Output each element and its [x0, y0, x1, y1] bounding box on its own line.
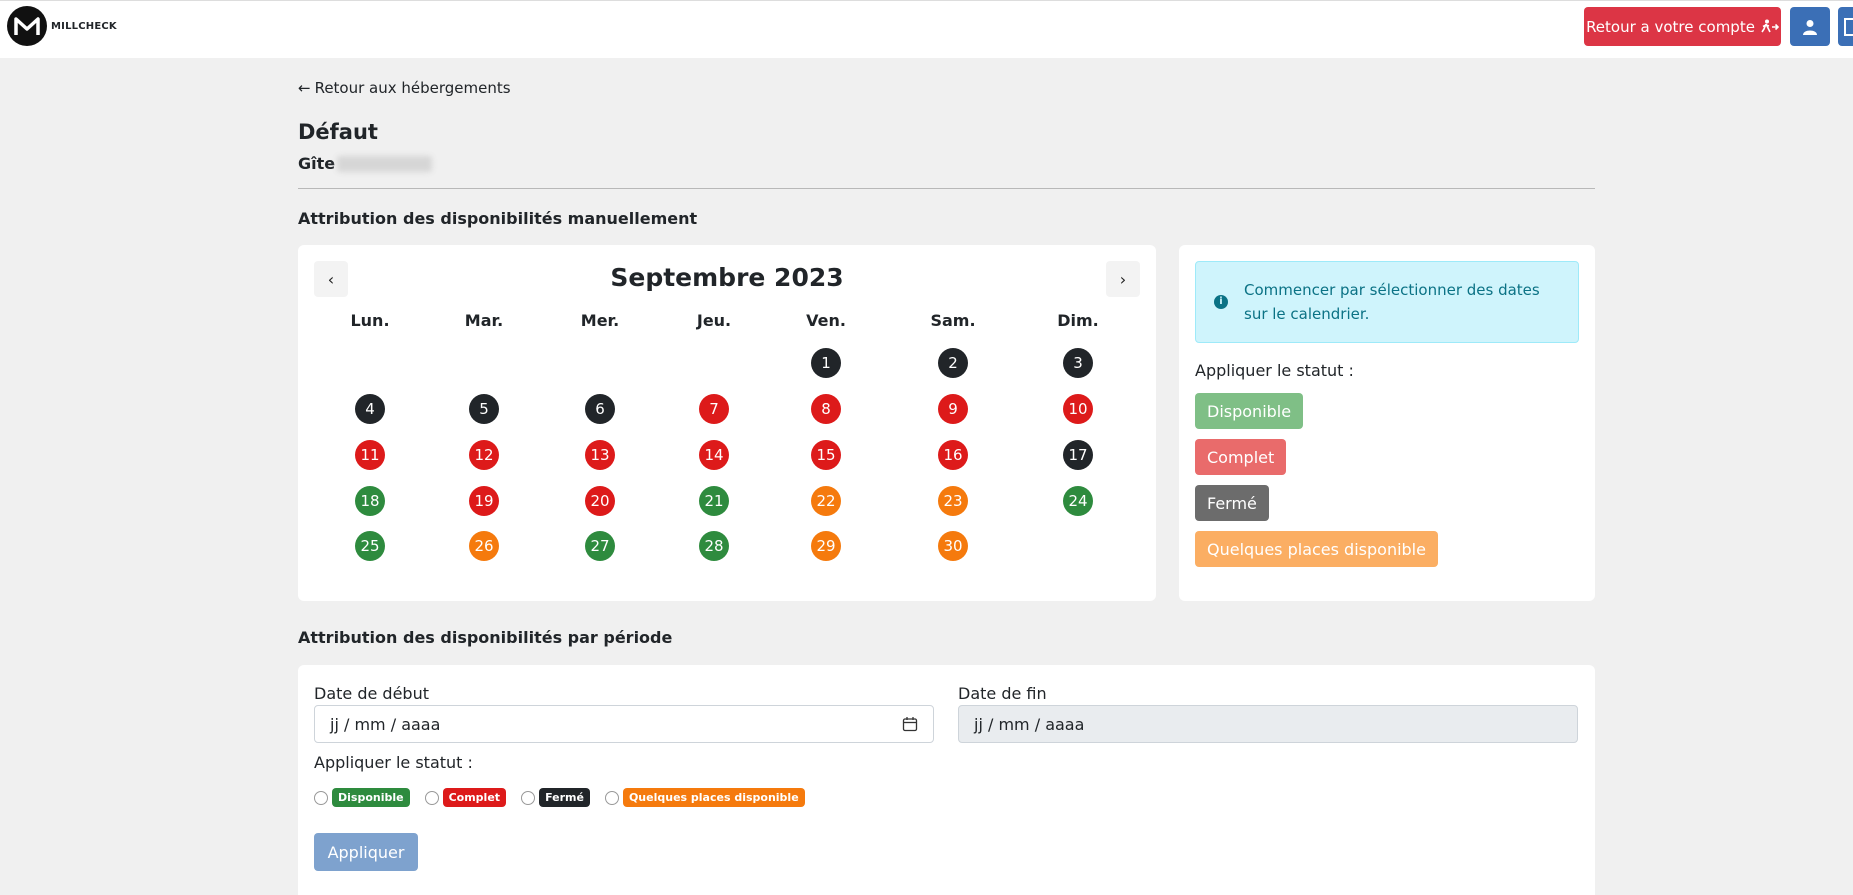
- calendar-day[interactable]: 29: [811, 531, 841, 561]
- calendar-day[interactable]: 11: [355, 440, 385, 470]
- calendar-day[interactable]: 25: [355, 531, 385, 561]
- calendar-day[interactable]: 28: [699, 531, 729, 561]
- calendar-day[interactable]: 10: [1063, 394, 1093, 424]
- user-icon: [1803, 19, 1817, 35]
- status-radio-option[interactable]: Complet: [424, 788, 507, 807]
- back-to-accommodations-link[interactable]: ← Retour aux hébergements: [298, 79, 511, 97]
- calendar-day[interactable]: 21: [699, 486, 729, 516]
- status-button-0[interactable]: Disponible: [1195, 393, 1304, 429]
- return-to-account-button[interactable]: Retour a votre compte: [1584, 7, 1781, 46]
- status-radio-group: Disponible Complet Fermé Quelques places di…: [314, 788, 820, 807]
- calendar-day[interactable]: 9: [938, 394, 968, 424]
- calendar-day[interactable]: 23: [938, 486, 968, 516]
- calendar-day[interactable]: 2: [938, 348, 968, 378]
- calendar-day[interactable]: 27: [585, 531, 615, 561]
- status-badge: Fermé: [539, 788, 590, 807]
- logo-text: MILLCHECK: [51, 20, 117, 32]
- period-card: Date de début jj / mm / aaaa Date de fin…: [298, 665, 1595, 895]
- apply-button[interactable]: Appliquer: [314, 833, 418, 871]
- divider: [298, 188, 1595, 189]
- start-date-placeholder: jj / mm / aaaa: [330, 714, 441, 734]
- calendar-card: ‹ Septembre 2023 › Lun. Mar. Mer. Jeu. Ven. S…: [298, 245, 1156, 601]
- weekday-label: Dim.: [1057, 311, 1099, 330]
- calendar-day[interactable]: 7: [699, 394, 729, 424]
- info-alert: i Commencer par sélectionner des dates s…: [1195, 261, 1579, 343]
- calendar-day[interactable]: 3: [1063, 348, 1093, 378]
- calendar-day[interactable]: 12: [469, 440, 499, 470]
- radio-button[interactable]: [314, 790, 328, 805]
- status-radio-option[interactable]: Disponible: [314, 788, 410, 807]
- radio-button[interactable]: [424, 790, 439, 805]
- weekday-label: Mer.: [580, 311, 620, 330]
- arrow-left-icon: ←: [298, 79, 311, 97]
- chevron-right-icon: ›: [1119, 269, 1127, 289]
- status-badge: Quelques places disponible: [622, 788, 805, 807]
- logo[interactable]: MILLCHECK: [7, 6, 117, 46]
- walking-exit-icon: [1761, 19, 1779, 32]
- calendar-day[interactable]: 5: [469, 394, 499, 424]
- calendar-day[interactable]: 14: [699, 440, 729, 470]
- weekday-label: Sam.: [930, 311, 976, 330]
- status-button-2[interactable]: Fermé: [1195, 485, 1269, 521]
- status-button-3[interactable]: Quelques places disponible: [1195, 531, 1438, 567]
- weekday-label: Ven.: [806, 311, 846, 330]
- end-date-label: Date de fin: [958, 684, 1047, 703]
- accommodation-type: Gîte: [298, 154, 336, 173]
- calendar-day[interactable]: 20: [585, 486, 615, 516]
- calendar-day[interactable]: 22: [811, 486, 841, 516]
- info-text: Commencer par sélectionner des dates sur…: [1244, 281, 1540, 323]
- end-date-placeholder: jj / mm / aaaa: [974, 714, 1085, 734]
- calendar-day[interactable]: 15: [811, 440, 841, 470]
- calendar-day[interactable]: 16: [938, 440, 968, 470]
- weekday-label: Jeu.: [696, 311, 732, 330]
- calendar-day[interactable]: 6: [585, 394, 615, 424]
- calendar-day[interactable]: 24: [1063, 486, 1093, 516]
- page-title: Défaut: [298, 120, 378, 144]
- period-section-title: Attribution des disponibilités par pério…: [298, 628, 673, 647]
- period-apply-status-label: Appliquer le statut :: [314, 753, 473, 772]
- weekday-label: Mar.: [464, 311, 504, 330]
- logout-button[interactable]: [1838, 7, 1853, 46]
- calendar-day[interactable]: 26: [469, 531, 499, 561]
- millcheck-logo-icon: [7, 6, 47, 46]
- info-icon: i: [1214, 295, 1228, 309]
- calendar-day[interactable]: 18: [355, 486, 385, 516]
- status-radio-option[interactable]: Quelques places disponible: [604, 788, 805, 807]
- weekday-label: Lun.: [350, 311, 390, 330]
- radio-button[interactable]: [521, 790, 536, 805]
- end-date-input[interactable]: jj / mm / aaaa: [958, 705, 1578, 743]
- next-month-button[interactable]: ›: [1106, 261, 1140, 297]
- manual-section-title: Attribution des disponibilités manuellem…: [298, 209, 698, 228]
- door-icon: [1844, 17, 1853, 36]
- calendar-day[interactable]: 30: [938, 531, 968, 561]
- calendar-month-title: Septembre 2023: [610, 263, 844, 292]
- status-card: i Commencer par sélectionner des dates s…: [1179, 245, 1595, 601]
- accommodation-name: Gîte: [298, 154, 433, 173]
- calendar-day[interactable]: 4: [355, 394, 385, 424]
- calendar-day[interactable]: 1: [811, 348, 841, 378]
- start-date-input[interactable]: jj / mm / aaaa: [314, 705, 934, 743]
- return-button-label: Retour a votre compte: [1586, 17, 1755, 36]
- radio-button[interactable]: [604, 790, 619, 805]
- calendar-day[interactable]: 8: [811, 394, 841, 424]
- redacted-name: [337, 155, 433, 172]
- start-date-label: Date de début: [314, 684, 429, 703]
- top-bar: MILLCHECK Retour a votre compte: [0, 0, 1853, 58]
- back-link-label: Retour aux hébergements: [314, 79, 511, 97]
- calendar-day[interactable]: 13: [585, 440, 615, 470]
- calendar-day[interactable]: 19: [469, 486, 499, 516]
- status-radio-option[interactable]: Fermé: [521, 788, 590, 807]
- calendar-day[interactable]: 17: [1063, 440, 1093, 470]
- status-badge: Complet: [442, 788, 507, 807]
- calendar-icon[interactable]: [902, 716, 918, 732]
- status-button-1[interactable]: Complet: [1195, 439, 1287, 475]
- user-profile-button[interactable]: [1790, 7, 1830, 46]
- apply-status-label: Appliquer le statut :: [1195, 361, 1354, 380]
- status-badge: Disponible: [332, 788, 410, 807]
